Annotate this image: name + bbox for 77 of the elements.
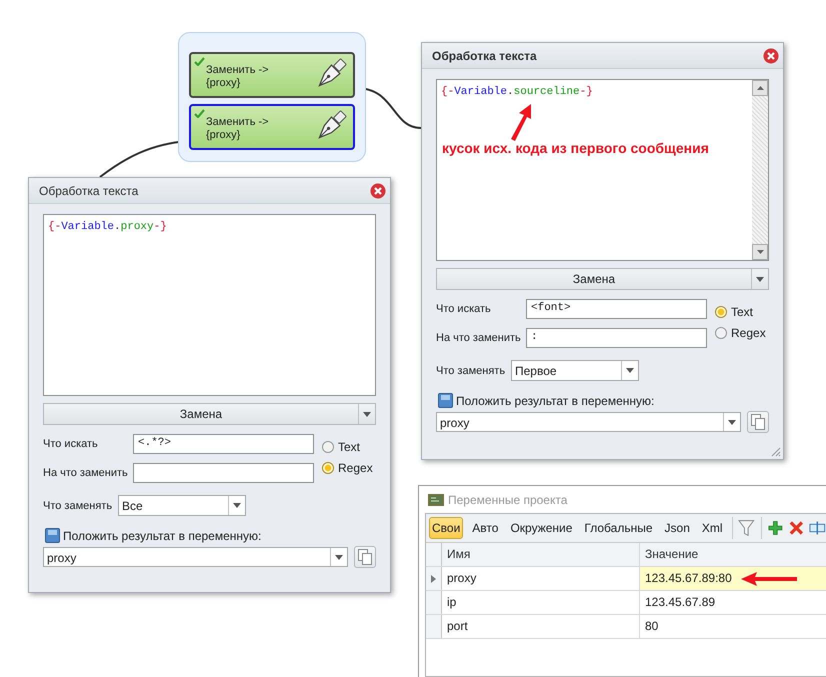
add-icon[interactable] bbox=[768, 520, 783, 536]
radio-option[interactable]: Text bbox=[322, 440, 373, 454]
radio-option[interactable]: Regex bbox=[715, 326, 766, 340]
action-dropdown[interactable]: Замена bbox=[436, 268, 769, 290]
code-editor[interactable]: {-Variable.sourceline-} кусок исх. кода из первого сообщения bbox=[436, 79, 769, 261]
table-cell-text: 123.45.67.89 bbox=[644, 594, 716, 611]
variable-dropdown[interactable]: proxy bbox=[436, 412, 741, 432]
caret-icon bbox=[363, 412, 371, 416]
delete-icon[interactable] bbox=[788, 520, 804, 536]
caret-icon bbox=[626, 368, 634, 373]
close-icon[interactable] bbox=[370, 182, 386, 198]
save-label: Положить результат в переменную: bbox=[63, 528, 262, 542]
replace-field[interactable] bbox=[133, 463, 314, 483]
table-cell: ip bbox=[442, 591, 640, 614]
node-title: Заменить -> bbox=[206, 64, 270, 77]
code-text: {-Variable.proxy-} bbox=[48, 221, 167, 233]
field-label: Что искать bbox=[436, 303, 492, 315]
caret-icon bbox=[728, 420, 736, 424]
arrow-icon bbox=[741, 572, 797, 586]
resize-grip-icon[interactable] bbox=[769, 445, 781, 457]
action-node[interactable]: Заменить -> {proxy} bbox=[189, 52, 355, 98]
filter-tab[interactable]: Xml bbox=[698, 517, 726, 539]
filter-tab[interactable]: Свои bbox=[429, 517, 464, 539]
filter-tab[interactable]: Авто bbox=[469, 517, 502, 539]
copy-button[interactable] bbox=[747, 411, 769, 433]
close-icon[interactable] bbox=[763, 48, 779, 64]
filter-tab[interactable]: Json bbox=[662, 517, 693, 539]
code-editor[interactable]: {-Variable.proxy-} bbox=[43, 214, 376, 396]
scope-dropdown[interactable]: Все bbox=[118, 495, 246, 516]
table-row[interactable]: proxy 123.45.67.89:80 bbox=[426, 567, 826, 591]
caret-icon bbox=[756, 276, 764, 282]
radio-option[interactable]: Text bbox=[715, 305, 766, 319]
replace-field[interactable]: : bbox=[526, 328, 707, 348]
search-field[interactable]: <font> bbox=[526, 299, 707, 319]
scroll-down-icon[interactable] bbox=[756, 250, 764, 254]
table-row[interactable]: port 80 bbox=[426, 615, 826, 639]
node-subtitle: {proxy} bbox=[206, 129, 242, 142]
caret-icon bbox=[233, 503, 241, 508]
table-cell-text: 80 bbox=[644, 618, 660, 635]
caret-icon bbox=[335, 554, 343, 560]
field-label: Что заменять bbox=[43, 500, 114, 512]
scroll-up-icon[interactable] bbox=[756, 86, 764, 90]
action-node[interactable]: Заменить -> {proxy} bbox=[189, 104, 355, 150]
column-header[interactable]: Значение bbox=[640, 543, 740, 566]
variable-dropdown[interactable]: proxy bbox=[43, 547, 348, 567]
table-cell: 123.45.67.89:80 bbox=[640, 567, 740, 590]
panel-title: Переменные проекта bbox=[448, 492, 568, 506]
field-label: Что искать bbox=[43, 438, 99, 450]
field-label: На что заменить bbox=[436, 332, 522, 344]
filter-tab[interactable]: Глобальные bbox=[581, 517, 656, 539]
scrollbar[interactable] bbox=[752, 80, 768, 260]
copy-icon bbox=[751, 414, 765, 430]
search-field[interactable]: <.*?> bbox=[133, 434, 314, 454]
dialog-title: Обработка текста bbox=[432, 48, 537, 62]
field-label: На что заменить bbox=[43, 467, 129, 479]
column-header[interactable]: Имя bbox=[442, 543, 640, 566]
filter-tab[interactable]: Окружение bbox=[507, 517, 576, 539]
dialog-title: Обработка текста bbox=[39, 184, 138, 198]
action-dropdown[interactable]: Замена bbox=[43, 403, 376, 425]
scope-dropdown[interactable]: Первое bbox=[511, 360, 639, 381]
chalkboard-icon bbox=[428, 494, 444, 506]
copy-button[interactable] bbox=[354, 546, 376, 568]
radio-option[interactable]: Regex bbox=[322, 461, 373, 475]
rename-icon[interactable] bbox=[809, 520, 826, 536]
row-pointer-icon bbox=[431, 574, 436, 582]
node-title: Заменить -> bbox=[206, 116, 270, 129]
node-subtitle: {proxy} bbox=[206, 77, 242, 90]
field-label: Что заменять bbox=[436, 364, 506, 376]
annotation-text: кусок исх. кода из первого сообщения bbox=[442, 140, 709, 156]
save-icon bbox=[45, 528, 60, 543]
copy-icon bbox=[358, 549, 372, 565]
table-row[interactable]: ip 123.45.67.89 bbox=[426, 591, 826, 615]
save-label: Положить результат в переменную: bbox=[456, 394, 654, 408]
filter-icon[interactable] bbox=[738, 518, 756, 538]
save-icon bbox=[438, 393, 453, 408]
code-text: {-Variable.sourceline-} bbox=[441, 86, 593, 98]
table-cell: port bbox=[442, 615, 640, 638]
